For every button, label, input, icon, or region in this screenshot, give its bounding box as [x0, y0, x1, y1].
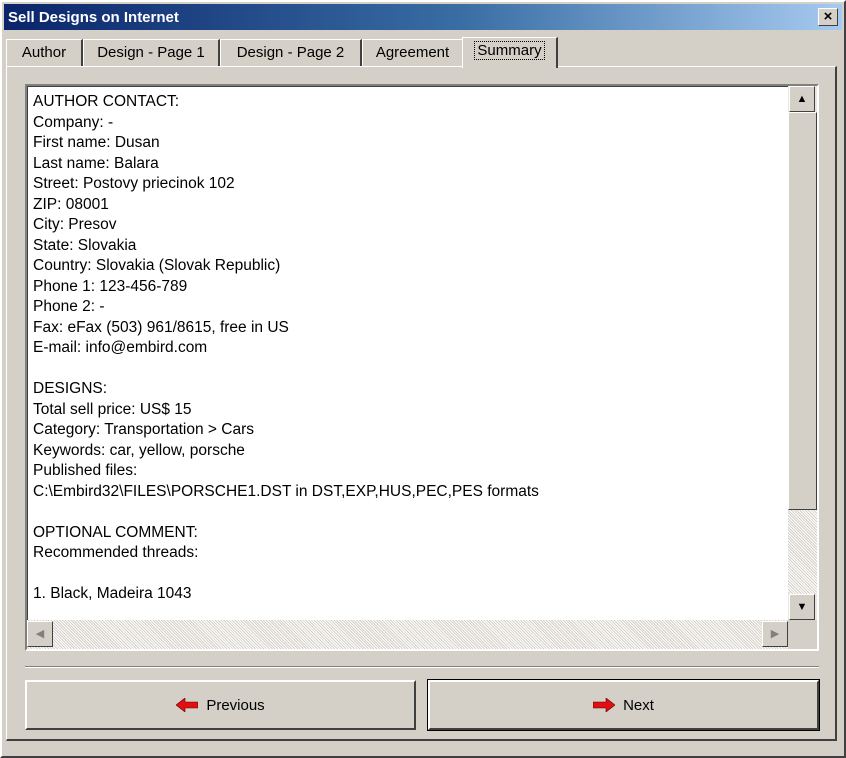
scroll-right-button[interactable]: ▶ — [762, 621, 788, 647]
summary-line: Street: Postovy priecinok 102 — [33, 175, 235, 192]
summary-text: AUTHOR CONTACT: Company: - First name: Dus… — [33, 92, 539, 605]
summary-line: Phone 2: - — [33, 298, 105, 315]
summary-line: Company: - — [33, 113, 114, 131]
tab-agreement[interactable]: Agreement — [362, 39, 464, 67]
triangle-right-icon: ▶ — [770, 628, 780, 640]
summary-line: Country: Slovakia (Slovak Republic) — [33, 257, 281, 274]
summary-line: Total sell price: US$ 15 — [33, 400, 192, 418]
previous-button[interactable]: Previous — [25, 680, 416, 730]
summary-line — [33, 502, 539, 523]
scroll-left-button[interactable]: ◀ — [27, 621, 53, 647]
close-button[interactable]: × — [818, 8, 838, 26]
close-icon: × — [823, 8, 833, 25]
summary-line: 1. Black, Madeira 1043 — [33, 585, 192, 602]
tab-label: Design - Page 1 — [97, 44, 205, 61]
summary-line: DESIGNS: — [33, 380, 108, 397]
summary-line: C:\Embird32\FILES\PORSCHE1.DST in DST,EX… — [33, 482, 539, 500]
summary-line: Last name: Balara — [33, 154, 159, 172]
next-button[interactable]: Next — [427, 679, 820, 731]
summary-line: First name: Dusan — [33, 134, 160, 151]
separator-line — [25, 666, 819, 668]
scrollbar-corner — [788, 620, 817, 649]
summary-line: ZIP: 08001 — [33, 195, 109, 213]
triangle-left-icon: ◀ — [35, 628, 45, 640]
tab-design-page-1[interactable]: Design - Page 1 — [83, 39, 220, 67]
tab-label: Summary — [474, 41, 545, 60]
tab-label: Author — [21, 44, 67, 61]
summary-line: AUTHOR CONTACT: — [33, 93, 180, 110]
vertical-scroll-thumb[interactable] — [788, 112, 817, 510]
previous-button-label: Previous — [206, 696, 265, 714]
red-right-arrow-icon — [593, 698, 616, 712]
summary-line: State: Slovakia — [33, 236, 137, 254]
summary-line — [33, 359, 539, 380]
summary-line: Keywords: car, yellow, porsche — [33, 441, 245, 459]
summary-line — [33, 564, 539, 585]
window-title: Sell Designs on Internet — [8, 9, 179, 26]
red-left-arrow-icon — [176, 698, 199, 712]
scroll-up-button[interactable]: ▲ — [789, 86, 815, 112]
tab-author[interactable]: Author — [6, 39, 83, 67]
tab-design-page-2[interactable]: Design - Page 2 — [220, 39, 362, 67]
vertical-scrollbar[interactable]: ▲ ▼ — [788, 86, 817, 620]
summary-line: E-mail: info@embird.com — [33, 339, 208, 356]
scroll-down-button[interactable]: ▼ — [789, 594, 815, 620]
title-bar: Sell Designs on Internet × — [4, 4, 842, 30]
triangle-up-icon: ▲ — [796, 93, 808, 105]
tab-label: Agreement — [375, 44, 450, 61]
vertical-scroll-track[interactable] — [788, 510, 817, 594]
summary-line: Recommended threads: — [33, 544, 199, 561]
summary-textarea[interactable]: AUTHOR CONTACT: Company: - First name: Dus… — [25, 84, 819, 651]
triangle-down-icon: ▼ — [796, 601, 808, 613]
next-button-label: Next — [623, 696, 654, 714]
tab-label: Design - Page 2 — [236, 44, 345, 61]
summary-line: Published files: — [33, 462, 138, 479]
summary-line: OPTIONAL COMMENT: — [33, 523, 198, 541]
summary-line: Phone 1: 123-456-789 — [33, 277, 188, 295]
summary-line: City: Presov — [33, 216, 117, 233]
summary-line: Category: Transportation > Cars — [33, 421, 254, 438]
summary-line: Fax: eFax (503) 961/8615, free in US — [33, 318, 289, 336]
horizontal-scrollbar[interactable]: ◀ ▶ — [27, 620, 788, 649]
tab-summary[interactable]: Summary — [462, 37, 558, 68]
